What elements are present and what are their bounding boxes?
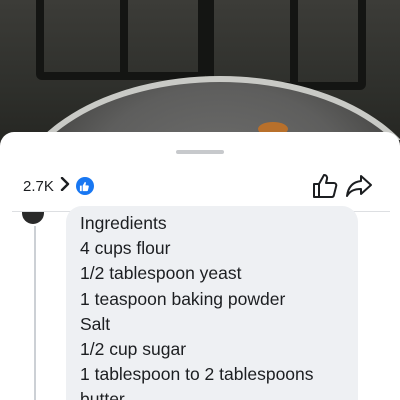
comment-line: 1 tablespoon to 2 tablespoons [80, 364, 314, 385]
stove-grate-bar [290, 0, 298, 90]
reaction-count: 2.7K [23, 177, 54, 195]
thread-line [34, 226, 36, 400]
thumbs-up-icon[interactable] [311, 173, 339, 199]
chevron-right-icon [60, 176, 70, 195]
reactions-summary[interactable]: 2.7K [23, 175, 94, 197]
comment-line: butter [80, 389, 125, 400]
comment-line: Salt [80, 313, 111, 334]
comment-line: 4 cups flour [80, 238, 171, 259]
share-icon[interactable] [345, 173, 373, 199]
stove-grate-bar [120, 0, 128, 80]
comment-bubble[interactable]: Ingredients 4 cups flour 1/2 tablespoon … [66, 206, 358, 400]
video-frame[interactable] [0, 0, 400, 140]
comment-line: 1/2 cup sugar [80, 339, 187, 360]
comment-line: 1/2 tablespoon yeast [80, 263, 242, 284]
comment-line: 1 teaspoon baking powder [80, 288, 286, 309]
sheet-drag-handle[interactable] [176, 150, 224, 154]
like-icon [75, 177, 94, 195]
comment-line: Ingredients [80, 213, 167, 233]
